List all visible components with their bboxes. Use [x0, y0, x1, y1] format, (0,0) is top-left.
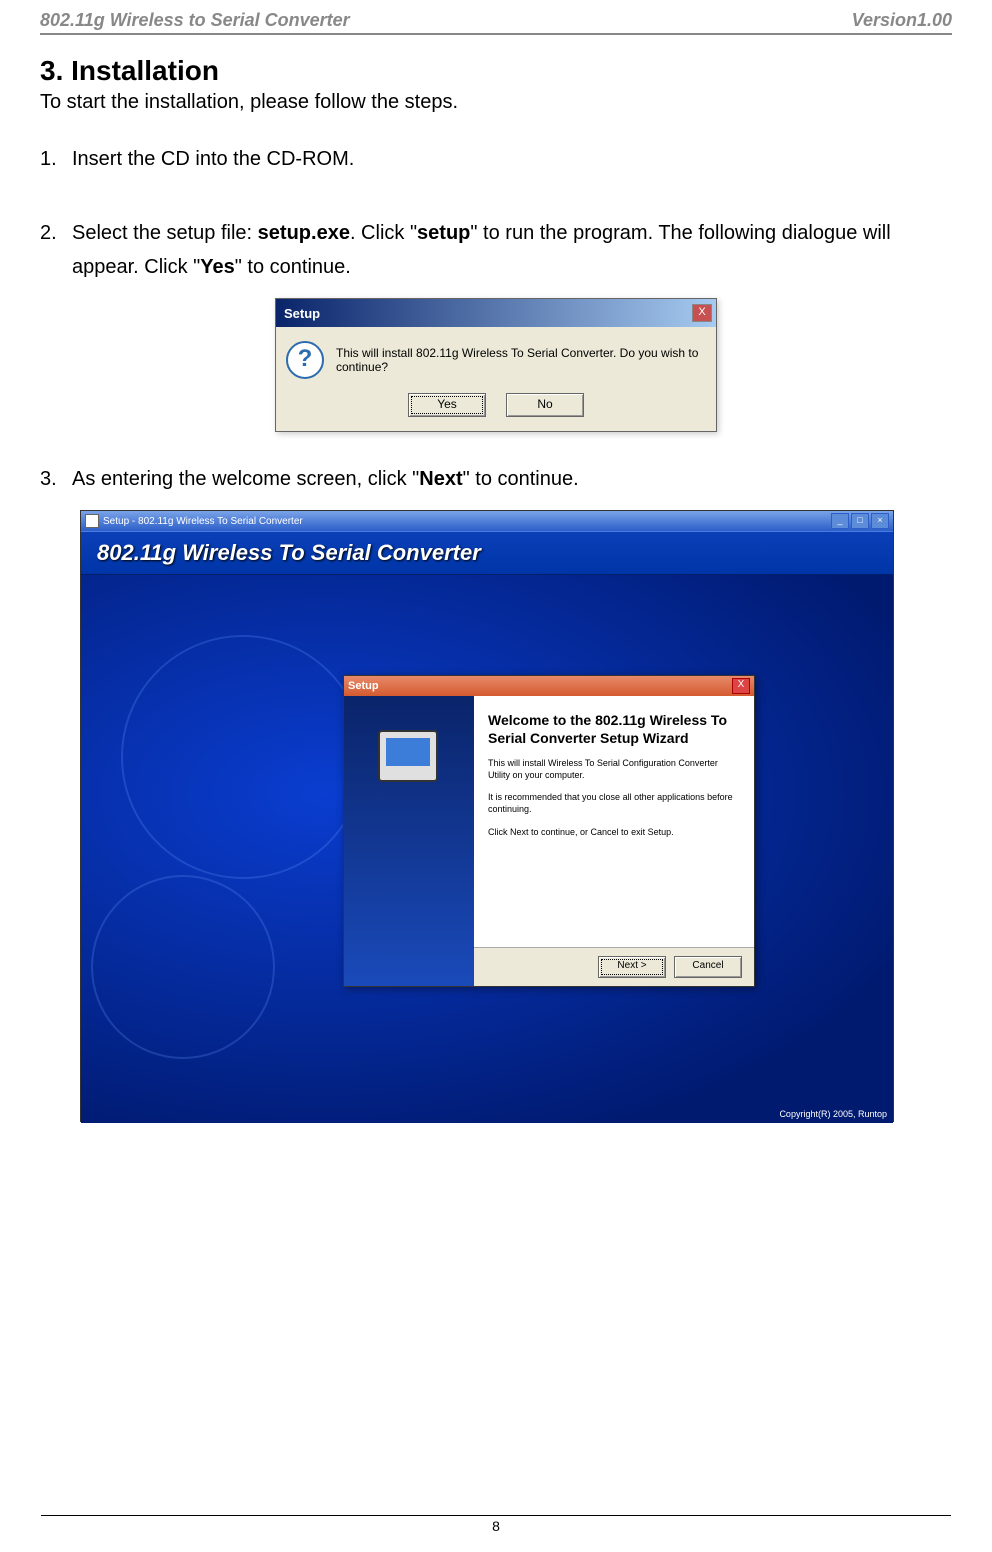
- step-1-text: Insert the CD into the CD-ROM.: [72, 142, 952, 176]
- dialog-titlebar: Setup X: [276, 299, 716, 327]
- computer-icon: [378, 730, 438, 782]
- decorative-ring: [91, 875, 275, 1059]
- step-2: 2. Select the setup file: setup.exe. Cli…: [40, 216, 952, 284]
- header-right: Version1.00: [852, 10, 952, 31]
- close-icon[interactable]: ×: [871, 513, 889, 529]
- step-3: 3. As entering the welcome screen, click…: [40, 462, 952, 496]
- screenshot-dialog-container: Setup X ? This will install 802.11g Wire…: [40, 298, 952, 432]
- setup-wizard-dialog: Setup X Welcome to the 802.11g Wireless …: [343, 675, 755, 987]
- screenshot-installer-container: Setup - 802.11g Wireless To Serial Conve…: [80, 510, 952, 1122]
- installer-body: Copyright(R) 2005, Runtop Setup X Welcom…: [81, 575, 893, 1123]
- maximize-icon[interactable]: □: [851, 513, 869, 529]
- page-number: 8: [41, 1515, 951, 1534]
- setup-confirm-dialog: Setup X ? This will install 802.11g Wire…: [275, 298, 717, 432]
- intro-text: To start the installation, please follow…: [40, 91, 952, 114]
- question-icon: ?: [286, 341, 324, 379]
- minimize-icon[interactable]: _: [831, 513, 849, 529]
- yes-button[interactable]: Yes: [408, 393, 486, 417]
- copyright-text: Copyright(R) 2005, Runtop: [779, 1109, 887, 1119]
- page-header: 802.11g Wireless to Serial Converter Ver…: [40, 0, 952, 35]
- installer-window: Setup - 802.11g Wireless To Serial Conve…: [80, 510, 894, 1122]
- close-icon[interactable]: X: [732, 678, 750, 694]
- step-3-text: As entering the welcome screen, click "N…: [72, 462, 952, 496]
- dialog-title: Setup: [280, 306, 320, 321]
- dialog-body: ? This will install 802.11g Wireless To …: [276, 327, 716, 393]
- section-title: 3. Installation: [40, 55, 952, 87]
- installer-banner: 802.11g Wireless To Serial Converter: [81, 531, 893, 575]
- wizard-paragraph: This will install Wireless To Serial Con…: [488, 757, 740, 781]
- installer-banner-text: 802.11g Wireless To Serial Converter: [97, 540, 481, 566]
- decorative-ring: [121, 635, 365, 879]
- step-2-text: Select the setup file: setup.exe. Click …: [72, 216, 952, 284]
- wizard-heading: Welcome to the 802.11g Wireless To Seria…: [488, 712, 740, 747]
- wizard-titlebar: Setup X: [344, 676, 754, 696]
- wizard-paragraph: It is recommended that you close all oth…: [488, 791, 740, 815]
- step-1-number: 1.: [40, 142, 72, 176]
- close-icon[interactable]: X: [692, 304, 712, 322]
- next-button[interactable]: Next >: [598, 956, 666, 978]
- installer-title: Setup - 802.11g Wireless To Serial Conve…: [103, 516, 303, 527]
- no-button[interactable]: No: [506, 393, 584, 417]
- step-3-number: 3.: [40, 462, 72, 496]
- step-2-number: 2.: [40, 216, 72, 284]
- dialog-buttons: Yes No: [276, 393, 716, 431]
- installer-titlebar: Setup - 802.11g Wireless To Serial Conve…: [81, 511, 893, 531]
- wizard-paragraph: Click Next to continue, or Cancel to exi…: [488, 826, 740, 838]
- cancel-button[interactable]: Cancel: [674, 956, 742, 978]
- header-left: 802.11g Wireless to Serial Converter: [40, 10, 350, 31]
- wizard-side-panel: [344, 696, 474, 986]
- app-icon: [85, 514, 99, 528]
- step-1: 1. Insert the CD into the CD-ROM.: [40, 142, 952, 176]
- wizard-main-panel: Welcome to the 802.11g Wireless To Seria…: [474, 696, 754, 986]
- wizard-footer: Next > Cancel: [474, 947, 754, 986]
- wizard-title: Setup: [348, 680, 379, 692]
- dialog-message: This will install 802.11g Wireless To Se…: [336, 346, 706, 374]
